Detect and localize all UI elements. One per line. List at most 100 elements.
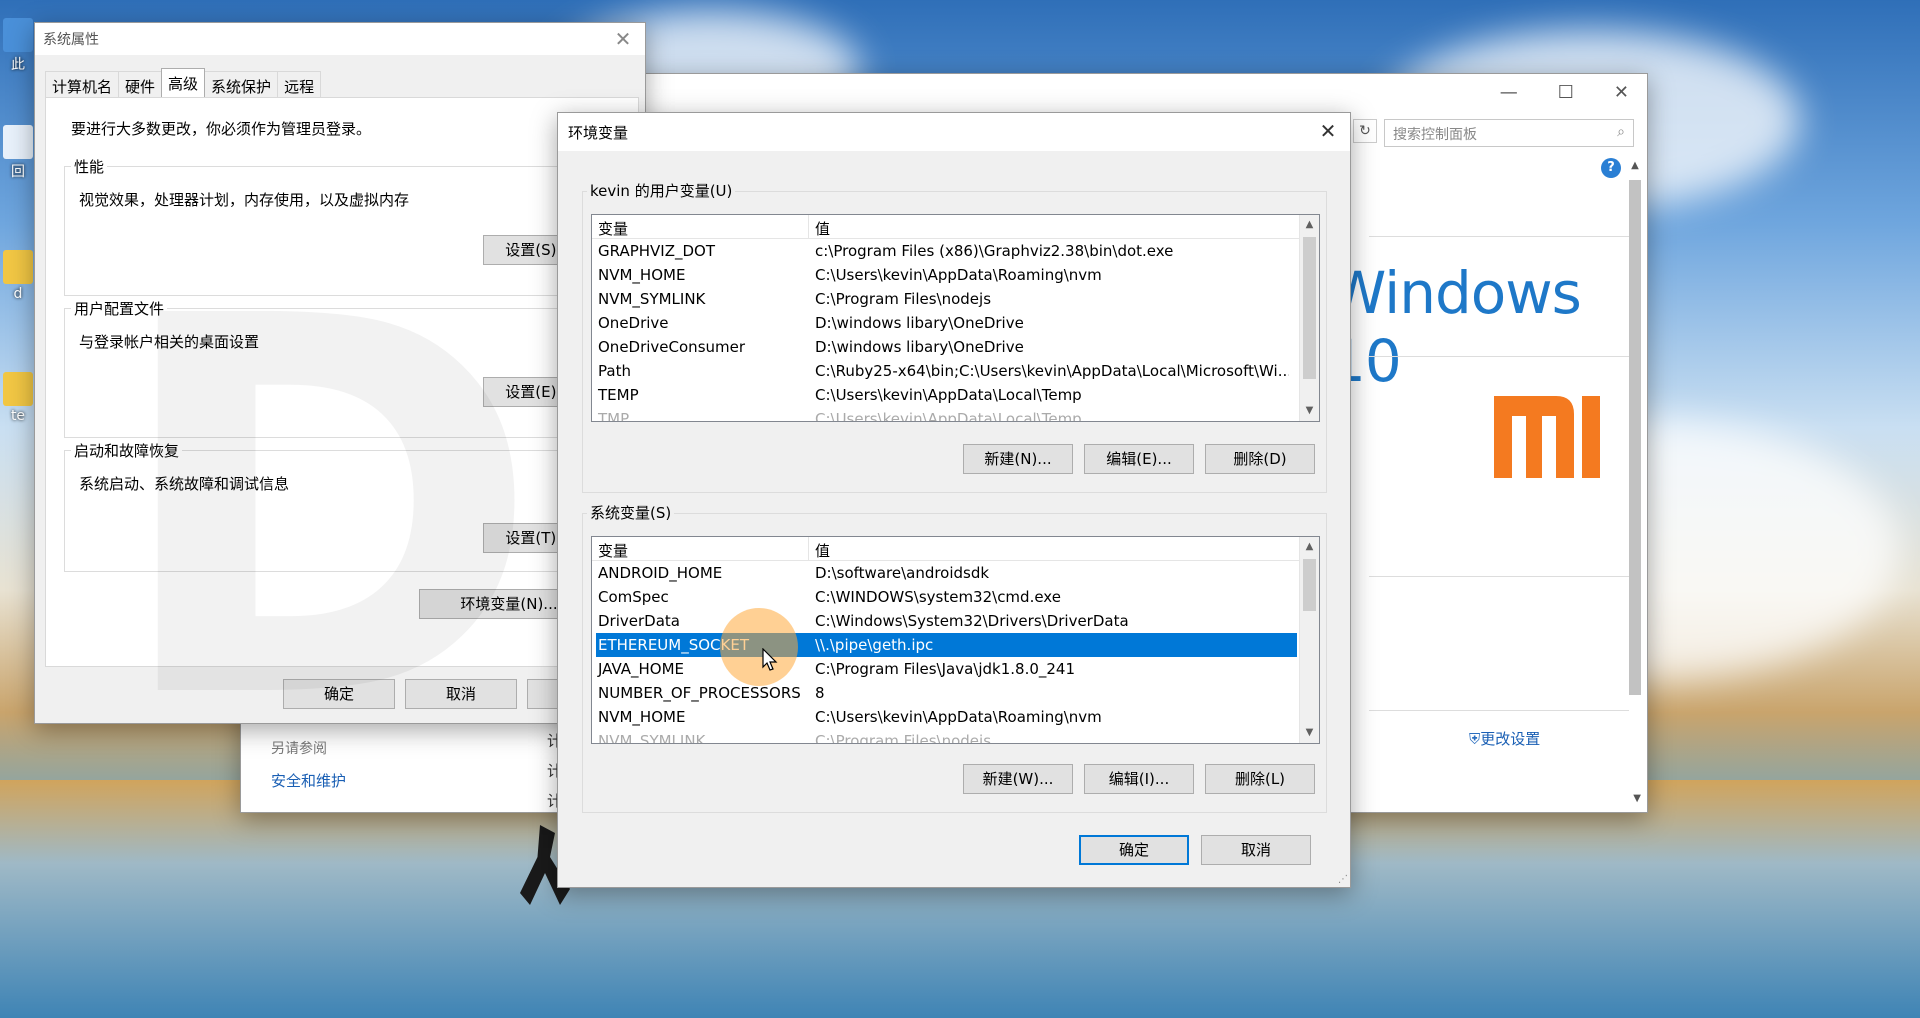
- mi-logo: [1494, 396, 1600, 478]
- close-icon[interactable]: ✕: [1614, 82, 1629, 103]
- shield-icon: ⛨: [1469, 730, 1481, 748]
- user-rows: GRAPHVIZ_DOT c:\Program Files (x86)\Graph…: [592, 239, 1319, 422]
- system-new-button[interactable]: 新建(W)...: [963, 764, 1073, 794]
- title-bar[interactable]: 系统属性: [35, 23, 645, 55]
- scroll-down-icon[interactable]: ▼: [1633, 793, 1641, 804]
- change-settings-link[interactable]: ⛨更改设置: [1469, 728, 1540, 749]
- scrollbar[interactable]: ▲ ▼: [1299, 215, 1319, 421]
- variable-name-cell: OneDriveConsumer: [598, 338, 746, 356]
- search-input[interactable]: 搜索控制面板 ⌕: [1384, 119, 1634, 147]
- close-icon[interactable]: ✕: [611, 27, 635, 51]
- variable-name-cell: TEMP: [598, 386, 639, 404]
- scroll-down-icon[interactable]: ▼: [1300, 401, 1319, 421]
- variable-value-cell: C:\Users\kevin\AppData\Local\Temp: [815, 410, 1082, 422]
- tab-computer-name[interactable]: 计算机名: [45, 71, 120, 97]
- system-rows: ANDROID_HOME D:\software\androidsdk ComSpe…: [592, 561, 1319, 744]
- scroll-thumb[interactable]: [1629, 180, 1641, 695]
- column-header-variable[interactable]: 变量: [592, 215, 809, 238]
- table-row[interactable]: Path C:\Ruby25-x64\bin;C:\Users\kevin\App…: [592, 359, 1319, 383]
- environment-variables-dialog: 环境变量 ✕ kevin 的用户变量(U) 变量 值 GRAPHVIZ_DOT c…: [557, 112, 1351, 888]
- tab-advanced[interactable]: 高级: [161, 68, 206, 98]
- user-variables-list[interactable]: 变量 值 GRAPHVIZ_DOT c:\Program Files (x86)\…: [591, 214, 1320, 422]
- desktop-icon-folder-te[interactable]: te: [0, 372, 36, 424]
- desktop-icon-pc[interactable]: 此: [0, 18, 36, 74]
- variable-value-cell: C:\Program Files\nodejs: [815, 732, 992, 744]
- ok-button[interactable]: 确定: [283, 679, 395, 709]
- maximize-icon[interactable]: ☐: [1558, 82, 1574, 103]
- variable-value-cell: C:\Program Files\nodejs: [815, 290, 992, 308]
- column-header-value[interactable]: 值: [809, 215, 836, 238]
- user-new-button[interactable]: 新建(N)...: [963, 444, 1073, 474]
- admin-note: 要进行大多数更改，你必须作为管理员登录。: [71, 120, 372, 138]
- scroll-up-icon[interactable]: ▲: [1300, 537, 1319, 557]
- scroll-up-icon[interactable]: ▲: [1300, 215, 1319, 235]
- scrollbar[interactable]: ▲: [1627, 160, 1643, 760]
- user-delete-button[interactable]: 删除(D): [1205, 444, 1315, 474]
- system-delete-button[interactable]: 删除(L): [1205, 764, 1315, 794]
- search-icon: ⌕: [1617, 124, 1625, 140]
- startup-recovery-desc: 系统启动、系统故障和调试信息: [79, 475, 290, 493]
- divider: [1369, 710, 1629, 711]
- tab-remote[interactable]: 远程: [277, 71, 322, 97]
- dialog-title: 环境变量: [568, 123, 629, 142]
- scroll-thumb[interactable]: [1303, 237, 1316, 379]
- desktop-icon-recycle[interactable]: 回: [0, 125, 36, 181]
- help-icon[interactable]: ?: [1601, 158, 1621, 178]
- tab-system-protection[interactable]: 系统保护: [204, 71, 279, 97]
- system-variables-label: 系统变量(S): [587, 502, 675, 523]
- table-row[interactable]: NVM_HOME C:\Users\kevin\AppData\Roaming\n…: [592, 705, 1319, 729]
- startup-recovery-label: 启动和故障恢复: [71, 440, 183, 461]
- table-row[interactable]: NVM_SYMLINK C:\Program Files\nodejs: [592, 729, 1319, 744]
- performance-label: 性能: [71, 156, 108, 177]
- table-row[interactable]: DriverData C:\Windows\System32\Drivers\Dr…: [592, 609, 1319, 633]
- security-maintenance-link[interactable]: 安全和维护: [271, 770, 346, 791]
- performance-group: 性能 视觉效果，处理器计划，内存使用，以及虚拟内存 设置(S)...: [64, 156, 620, 296]
- user-variables-group: kevin 的用户变量(U) 变量 值 GRAPHVIZ_DOT c:\Progr…: [582, 180, 1327, 493]
- cancel-button[interactable]: 取消: [405, 679, 517, 709]
- resize-grip-icon[interactable]: ⋰: [1338, 874, 1348, 885]
- minimize-icon[interactable]: —: [1500, 82, 1518, 103]
- close-icon[interactable]: ✕: [1316, 119, 1340, 143]
- cancel-button[interactable]: 取消: [1201, 835, 1311, 865]
- variable-name-cell: Path: [598, 362, 631, 380]
- variable-name-cell: GRAPHVIZ_DOT: [598, 242, 716, 260]
- variable-name-cell: NVM_SYMLINK: [598, 732, 706, 744]
- table-row[interactable]: NVM_HOME C:\Users\kevin\AppData\Roaming\n…: [592, 263, 1319, 287]
- table-row[interactable]: GRAPHVIZ_DOT c:\Program Files (x86)\Graph…: [592, 239, 1319, 263]
- tab-hardware[interactable]: 硬件: [118, 71, 163, 97]
- table-row[interactable]: ANDROID_HOME D:\software\androidsdk: [592, 561, 1319, 585]
- scrollbar[interactable]: ▲ ▼: [1299, 537, 1319, 743]
- variable-value-cell: c:\Program Files (x86)\Graphviz2.38\bin\…: [815, 242, 1174, 260]
- ok-button[interactable]: 确定: [1079, 835, 1189, 865]
- scroll-down-icon[interactable]: ▼: [1300, 723, 1319, 743]
- variable-name-cell: NVM_SYMLINK: [598, 290, 706, 308]
- system-edit-button[interactable]: 编辑(I)...: [1084, 764, 1194, 794]
- variable-name-cell: ComSpec: [598, 588, 669, 606]
- column-header-variable[interactable]: 变量: [592, 537, 809, 560]
- table-row[interactable]: ETHEREUM_SOCKET \\.\pipe\geth.ipc: [596, 633, 1297, 657]
- cursor-highlight: [720, 608, 798, 686]
- table-row[interactable]: JAVA_HOME C:\Program Files\Java\jdk1.8.0_…: [592, 657, 1319, 681]
- user-edit-button[interactable]: 编辑(E)...: [1084, 444, 1194, 474]
- system-variables-list[interactable]: 变量 值 ANDROID_HOME D:\software\androidsdk C…: [591, 536, 1320, 744]
- change-settings-label: 更改设置: [1480, 730, 1541, 748]
- table-row[interactable]: TEMP C:\Users\kevin\AppData\Local\Temp: [592, 383, 1319, 407]
- table-row[interactable]: OneDriveConsumer D:\windows libary\OneDri…: [592, 335, 1319, 359]
- search-placeholder: 搜索控制面板: [1393, 127, 1477, 143]
- variable-value-cell: D:\software\androidsdk: [815, 564, 990, 582]
- table-row[interactable]: TMP C:\Users\kevin\AppData\Local\Temp: [592, 407, 1319, 422]
- divider: [1369, 576, 1629, 577]
- window-controls: — ☐ ✕: [1500, 82, 1629, 103]
- list-header: 变量 值: [592, 537, 1319, 561]
- variable-value-cell: C:\Ruby25-x64\bin;C:\Users\kevin\AppData…: [815, 362, 1289, 380]
- table-row[interactable]: NVM_SYMLINK C:\Program Files\nodejs: [592, 287, 1319, 311]
- scroll-thumb[interactable]: [1303, 559, 1316, 611]
- title-bar[interactable]: 环境变量: [558, 113, 1350, 151]
- table-row[interactable]: OneDrive D:\windows libary\OneDrive: [592, 311, 1319, 335]
- refresh-icon[interactable]: ↻: [1353, 119, 1377, 143]
- table-row[interactable]: NUMBER_OF_PROCESSORS 8: [592, 681, 1319, 705]
- desktop-icon-folder-d[interactable]: d: [0, 250, 36, 302]
- scroll-up-icon[interactable]: ▲: [1627, 160, 1643, 171]
- column-header-value[interactable]: 值: [809, 537, 836, 560]
- table-row[interactable]: ComSpec C:\WINDOWS\system32\cmd.exe: [592, 585, 1319, 609]
